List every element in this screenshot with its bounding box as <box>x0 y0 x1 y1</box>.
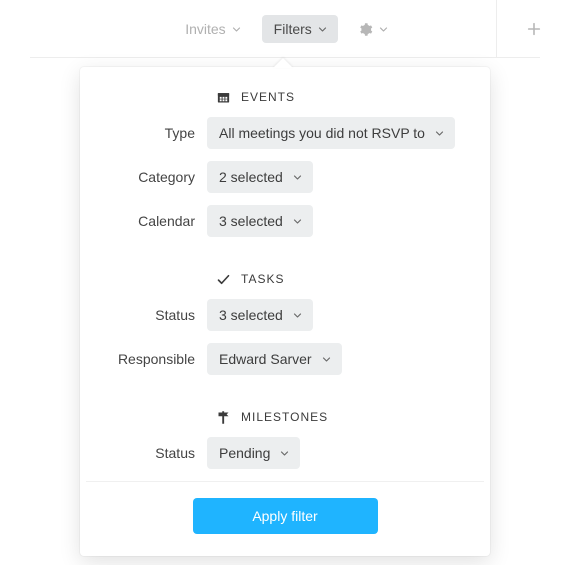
category-label: Category <box>102 169 207 185</box>
chevron-down-icon <box>280 449 288 457</box>
invites-label: Invites <box>185 21 225 37</box>
plus-icon <box>526 21 542 37</box>
milestone-status-label: Status <box>102 445 207 461</box>
chevron-down-icon <box>293 173 301 181</box>
type-label: Type <box>102 125 207 141</box>
gear-icon <box>358 22 373 37</box>
events-title: EVENTS <box>241 90 295 104</box>
tasks-title: TASKS <box>241 272 284 286</box>
calendar-icon <box>215 89 231 105</box>
milestone-status-row: Status Pending <box>102 437 468 469</box>
invites-dropdown[interactable]: Invites <box>173 15 251 43</box>
task-status-label: Status <box>102 307 207 323</box>
milestone-status-select[interactable]: Pending <box>207 437 300 469</box>
task-status-select[interactable]: 3 selected <box>207 299 313 331</box>
responsible-select[interactable]: Edward Sarver <box>207 343 342 375</box>
events-section-header: EVENTS <box>215 89 468 105</box>
category-value: 2 selected <box>219 169 283 185</box>
panel-pointer <box>273 58 293 68</box>
filters-label: Filters <box>274 21 312 37</box>
chevron-down-icon <box>318 25 326 33</box>
calendar-row: Calendar 3 selected <box>102 205 468 237</box>
chevron-down-icon <box>322 355 330 363</box>
settings-dropdown[interactable] <box>348 16 397 43</box>
milestone-icon <box>215 409 231 425</box>
responsible-row: Responsible Edward Sarver <box>102 343 468 375</box>
filters-dropdown[interactable]: Filters <box>262 15 338 43</box>
type-row: Type All meetings you did not RSVP to <box>102 117 468 149</box>
type-value: All meetings you did not RSVP to <box>219 125 425 141</box>
chevron-down-icon <box>232 25 240 33</box>
milestones-title: MILESTONES <box>241 410 328 424</box>
calendar-value: 3 selected <box>219 213 283 229</box>
task-status-value: 3 selected <box>219 307 283 323</box>
calendar-label: Calendar <box>102 213 207 229</box>
filters-panel: EVENTS Type All meetings you did not RSV… <box>80 67 490 556</box>
category-select[interactable]: 2 selected <box>207 161 313 193</box>
milestones-section-header: MILESTONES <box>215 409 468 425</box>
chevron-down-icon <box>293 311 301 319</box>
category-row: Category 2 selected <box>102 161 468 193</box>
calendar-select[interactable]: 3 selected <box>207 205 313 237</box>
add-button[interactable] <box>496 0 570 58</box>
tasks-section-header: TASKS <box>215 271 468 287</box>
responsible-value: Edward Sarver <box>219 351 312 367</box>
top-toolbar: Invites Filters <box>0 0 570 58</box>
apply-filter-button[interactable]: Apply filter <box>193 498 378 534</box>
milestone-status-value: Pending <box>219 445 270 461</box>
task-status-row: Status 3 selected <box>102 299 468 331</box>
chevron-down-icon <box>379 25 387 33</box>
type-select[interactable]: All meetings you did not RSVP to <box>207 117 455 149</box>
check-icon <box>215 271 231 287</box>
chevron-down-icon <box>435 129 443 137</box>
chevron-down-icon <box>293 217 301 225</box>
responsible-label: Responsible <box>102 351 207 367</box>
